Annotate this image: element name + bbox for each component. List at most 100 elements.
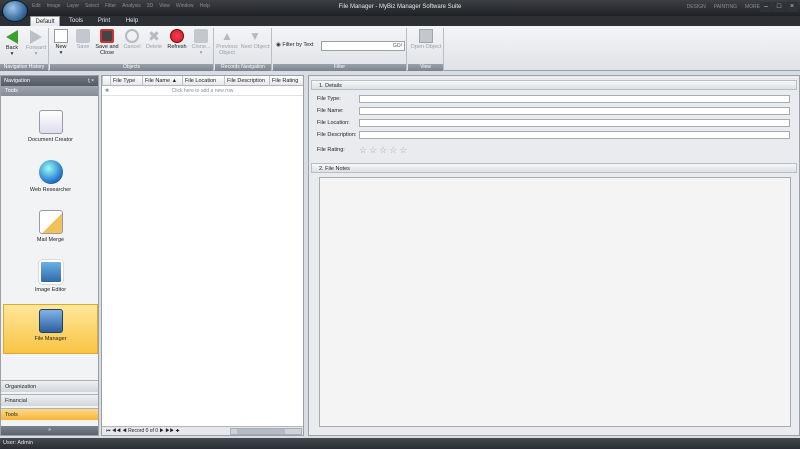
nav-section-tools[interactable]: Tools — [1, 408, 98, 420]
file-notes-textarea[interactable] — [319, 177, 791, 427]
open-object-icon — [419, 29, 433, 43]
workspace-item[interactable]: DESIGN — [687, 4, 706, 10]
navigation-subheader: Tools — [1, 86, 98, 96]
close-icon[interactable]: × — [786, 2, 798, 12]
tool-document-creator[interactable]: Document Creator — [3, 106, 98, 154]
status-user: User: Admin — [3, 440, 33, 446]
file-type-field[interactable] — [359, 95, 790, 103]
group-label: View — [408, 64, 443, 71]
new-row-star-icon: ✱ — [105, 88, 110, 94]
tab-default[interactable]: Default — [30, 16, 60, 26]
cancel-button[interactable]: Cancel — [122, 28, 142, 50]
tab-help[interactable]: Help — [120, 16, 144, 26]
star-icon[interactable]: ☆ — [369, 146, 377, 155]
save-close-icon — [100, 29, 114, 43]
star-icon[interactable]: ☆ — [399, 146, 407, 155]
details-pane: 1. Details File Type: File Name: File Lo… — [308, 75, 800, 436]
new-button[interactable]: New ▾ — [52, 28, 70, 56]
app-menu-orb[interactable] — [2, 0, 28, 22]
forward-button[interactable]: Forward ▾ — [24, 28, 48, 57]
go-button[interactable]: GO! — [393, 43, 402, 49]
save-button[interactable]: Save — [74, 28, 92, 50]
pin-close-icon[interactable]: ţ × — [88, 76, 94, 86]
minimize-icon[interactable]: – — [760, 2, 772, 12]
globe-icon — [38, 160, 63, 184]
tool-mail-merge[interactable]: Mail Merge — [3, 206, 98, 254]
column-header[interactable]: File Description — [224, 76, 269, 86]
delete-x-icon: ✖ — [148, 28, 160, 44]
section-details-header[interactable]: 1. Details — [311, 80, 797, 90]
title-bar: Edit Image Layer Select Filter Analysis … — [0, 0, 800, 22]
row-indicator-header — [102, 76, 110, 86]
workspace-switcher: DESIGN PAINTING MORE — [687, 4, 760, 10]
save-and-close-button[interactable]: Save and Close — [94, 28, 120, 56]
nav-first-prev-icon[interactable]: ⏮ ◀◀ ◀ — [102, 428, 127, 434]
tool-file-manager[interactable]: File Manager — [3, 304, 98, 354]
field-label: File Rating: — [317, 147, 345, 153]
group-label: Filter — [273, 64, 406, 71]
group-view: Open Object View — [408, 28, 444, 71]
save-disk-icon — [76, 29, 90, 43]
back-arrow-icon — [6, 30, 18, 44]
forward-arrow-icon — [30, 30, 42, 44]
section-file-notes-header[interactable]: 2. File Notes — [311, 163, 797, 173]
filter-by-text-label: ◉ Filter by Text — [276, 42, 314, 48]
tool-web-researcher[interactable]: Web Researcher — [3, 156, 98, 204]
filter-text-input[interactable]: GO! — [321, 41, 405, 51]
nav-next-last-icon[interactable]: ▶ ▶▶ ✚ — [159, 428, 179, 434]
new-document-icon — [54, 29, 68, 43]
file-name-field[interactable] — [359, 107, 790, 115]
file-manager-icon — [38, 309, 63, 333]
group-records-navigation: ▲ Previous Object ▼ Next Object Records … — [215, 28, 272, 71]
file-rating-control[interactable]: ☆ ☆ ☆ ☆ ☆ — [359, 146, 407, 155]
horizontal-scrollbar[interactable] — [230, 428, 302, 435]
delete-button[interactable]: ✖ Delete — [144, 28, 164, 50]
window-controls: – □ × — [760, 2, 798, 12]
nav-configure-chevron-icon[interactable]: » — [1, 426, 98, 435]
arrow-down-icon: ▼ — [249, 29, 261, 43]
clone-button[interactable]: Clone... ▾ — [190, 28, 212, 56]
file-description-field[interactable] — [359, 131, 790, 139]
status-bar: User: Admin — [0, 438, 800, 449]
column-header-sorted[interactable]: File Name ▲ — [142, 76, 182, 86]
column-header[interactable]: File Type — [110, 76, 142, 86]
column-header[interactable]: File Rating — [269, 76, 303, 86]
workspace-item[interactable]: MORE — [745, 4, 760, 10]
workspace-item[interactable]: PAINTING — [714, 4, 737, 10]
tool-image-editor[interactable]: Image Editor — [3, 256, 98, 304]
field-label: File Name: — [317, 108, 344, 114]
back-button[interactable]: Back ▾ — [2, 28, 22, 57]
navigation-header: Navigation ţ × — [1, 76, 98, 86]
arrow-up-icon: ▲ — [221, 29, 233, 43]
open-object-button[interactable]: Open Object — [409, 28, 443, 50]
record-navigator: ⏮ ◀◀ ◀ Record 0 of 0 ▶ ▶▶ ✚ — [102, 426, 303, 435]
field-label: File Location: — [317, 120, 350, 126]
next-object-button[interactable]: ▼ Next Object — [239, 28, 271, 50]
ribbon: Back ▾ Forward ▾ Navigation History New … — [0, 26, 800, 71]
field-label: File Type: — [317, 96, 341, 102]
add-new-row[interactable]: ✱ Click here to add a new row — [102, 87, 303, 96]
sort-ascending-icon: ▲ — [171, 78, 178, 84]
file-location-field[interactable] — [359, 119, 790, 127]
star-icon[interactable]: ☆ — [379, 146, 387, 155]
image-editor-icon — [38, 260, 63, 284]
previous-object-button[interactable]: ▲ Previous Object — [216, 28, 238, 56]
scrollbar-thumb[interactable] — [237, 429, 285, 434]
tab-tools[interactable]: Tools — [64, 16, 88, 26]
tab-print[interactable]: Print — [92, 16, 116, 26]
star-icon[interactable]: ☆ — [389, 146, 397, 155]
group-filter: ◉ Filter by Text GO! Filter — [273, 28, 407, 71]
document-creator-icon — [38, 110, 63, 134]
column-header[interactable]: File Location — [182, 76, 224, 86]
navigation-pane: Navigation ţ × Tools Document Creator We… — [0, 75, 99, 436]
nav-section-financial[interactable]: Financial — [1, 394, 98, 406]
nav-section-organization[interactable]: Organization — [1, 380, 98, 392]
refresh-button[interactable]: Refresh — [166, 28, 188, 50]
star-icon[interactable]: ☆ — [359, 146, 367, 155]
grid-header: File Type File Name ▲ File Location File… — [102, 76, 303, 86]
group-label: Objects — [50, 64, 213, 71]
clone-icon — [194, 29, 208, 43]
maximize-icon[interactable]: □ — [773, 2, 785, 12]
binoculars-icon: ◉ — [276, 42, 281, 48]
cancel-icon — [125, 29, 139, 43]
